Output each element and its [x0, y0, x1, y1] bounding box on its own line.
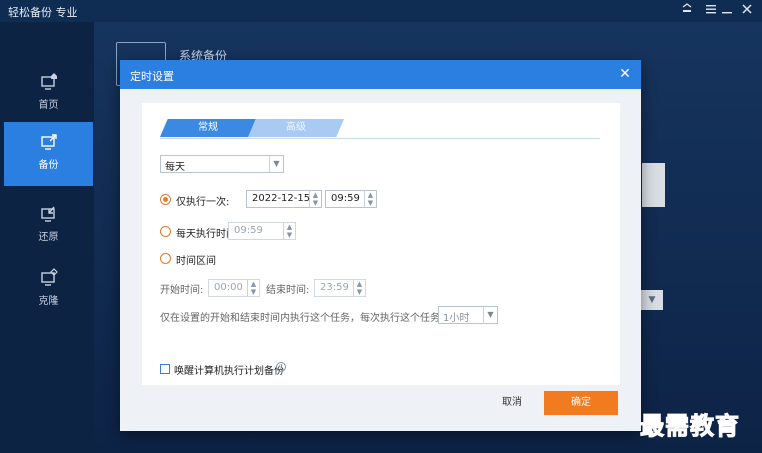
start-time-label: 开始时间:: [160, 285, 204, 296]
restore-monitor-icon: [39, 204, 59, 224]
app-window: 轻松备份 专业 首页 备份 还原 克隆 系统备份 ▼ 定时设置 ✕ 常规 高级 …: [0, 0, 762, 453]
frequency-select[interactable]: 每天 ▼: [160, 155, 284, 173]
date-stepper-icon[interactable]: ▲ ▼: [309, 191, 321, 207]
time-stepper-icon[interactable]: ▲ ▼: [247, 280, 259, 296]
schedule-dialog: 定时设置 ✕ 常规 高级 每天 ▼ 仅执行一次: 2022-12-15 ▲ ▼ 0…: [120, 60, 641, 431]
run-once-date-value: 2022-12-15: [252, 193, 311, 204]
sidebar: 首页 备份 还原 克隆: [0, 22, 94, 453]
minimize-to-tray-icon[interactable]: [678, 2, 696, 20]
chevron-down-icon: ▼: [269, 156, 283, 172]
sidebar-item-clone[interactable]: 克隆: [4, 258, 93, 322]
ok-button[interactable]: 确定: [544, 391, 618, 415]
interval-value: 1小时: [443, 313, 470, 324]
sidebar-item-label: 备份: [38, 160, 59, 171]
wake-computer-checkbox[interactable]: [160, 364, 170, 374]
start-time-field[interactable]: 00:00 ▲ ▼: [208, 279, 260, 297]
sidebar-item-label: 克隆: [38, 296, 59, 307]
cancel-button[interactable]: 取消: [492, 391, 532, 415]
backup-monitor-icon: [39, 132, 59, 152]
tab-advanced[interactable]: 高级: [248, 119, 344, 137]
tab-bar: 常规 高级: [160, 119, 600, 139]
frequency-value: 每天: [165, 162, 185, 173]
time-range-label: 时间区间: [176, 256, 216, 267]
sidebar-item-restore[interactable]: 还原: [4, 194, 93, 258]
run-once-radio[interactable]: [160, 194, 171, 205]
daily-time-field[interactable]: 09:59 ▲ ▼: [228, 222, 296, 240]
home-monitor-icon: [39, 72, 59, 92]
time-stepper-icon[interactable]: ▲ ▼: [353, 280, 365, 296]
tab-general[interactable]: 常规: [160, 119, 256, 137]
close-icon[interactable]: [738, 2, 756, 20]
run-once-date-field[interactable]: 2022-12-15 ▲ ▼: [246, 190, 322, 208]
sidebar-item-backup[interactable]: 备份: [4, 122, 93, 186]
background-panel-fragment: [642, 163, 665, 207]
end-time-label: 结束时间:: [266, 285, 310, 296]
interval-select[interactable]: 1小时 ▼: [438, 306, 498, 324]
chevron-down-icon: ▼: [483, 307, 497, 323]
end-time-field[interactable]: 23:59 ▲ ▼: [314, 279, 366, 297]
run-once-label: 仅执行一次:: [176, 197, 230, 208]
settings-panel: 常规 高级 每天 ▼ 仅执行一次: 2022-12-15 ▲ ▼ 09:59 ▲ ▼: [142, 103, 620, 385]
app-title: 轻松备份 专业: [8, 6, 78, 19]
time-stepper-icon[interactable]: ▲ ▼: [283, 223, 295, 239]
start-time-value: 00:00: [214, 282, 243, 293]
sidebar-item-home[interactable]: 首页: [4, 62, 93, 126]
minimize-icon[interactable]: [718, 2, 736, 20]
sidebar-item-label: 还原: [38, 232, 59, 243]
interval-description: 仅在设置的开始和结束时间内执行这个任务，每次执行这个任务间隔:: [160, 313, 464, 324]
title-bar: 轻松备份 专业: [0, 0, 762, 22]
wake-computer-label: 唤醒计算机执行计划备份: [174, 366, 284, 377]
time-range-radio[interactable]: [160, 253, 171, 264]
daily-time-radio[interactable]: [160, 226, 171, 237]
end-time-value: 23:59: [320, 282, 349, 293]
time-stepper-icon[interactable]: ▲ ▼: [364, 191, 376, 207]
daily-time-value: 09:59: [234, 225, 263, 236]
watermark-logo: 最需教育: [640, 412, 740, 441]
sidebar-item-label: 首页: [38, 100, 59, 111]
time-range-option[interactable]: 时间区间: [160, 251, 240, 267]
dialog-title: 定时设置: [130, 70, 174, 83]
help-icon[interactable]: ?: [276, 362, 286, 372]
dialog-close-icon[interactable]: ✕: [617, 66, 633, 82]
chevron-down-icon[interactable]: ▼: [641, 290, 663, 310]
run-once-time-value: 09:59: [331, 193, 360, 204]
run-once-time-field[interactable]: 09:59 ▲ ▼: [325, 190, 377, 208]
clone-monitor-icon: [39, 268, 59, 288]
dialog-header: 定时设置 ✕: [120, 60, 641, 89]
